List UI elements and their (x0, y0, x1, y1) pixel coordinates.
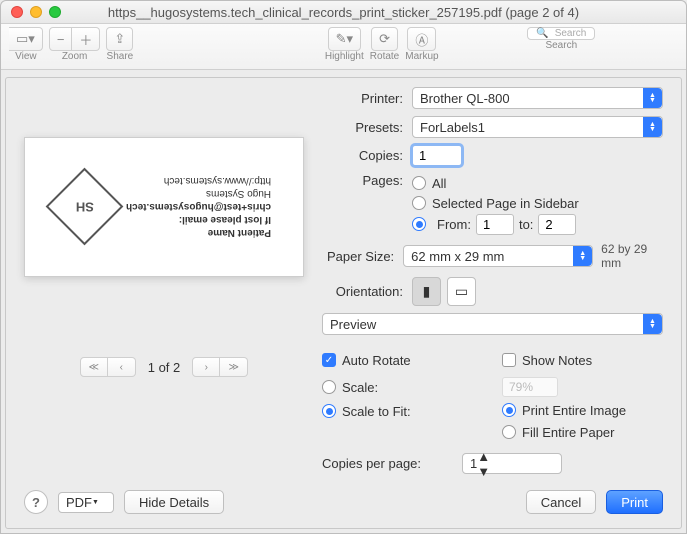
scale-to-fit-radio[interactable] (322, 404, 336, 418)
titlebar: https__hugosystems.tech_clinical_records… (1, 1, 686, 24)
pv-line1: Patient Name (126, 227, 271, 240)
to-label: to: (519, 217, 533, 232)
zoom-out-button[interactable]: − (49, 27, 73, 51)
from-input[interactable] (476, 214, 514, 235)
search-icon: 🔍 (536, 28, 548, 39)
copies-input[interactable] (412, 145, 462, 166)
paper-note: 62 by 29 mm (601, 242, 663, 270)
module-select[interactable]: Preview ▲▼ (322, 313, 663, 335)
presets-label: Presets: (322, 120, 412, 135)
printer-select[interactable]: Brother QL-800 ▲▼ (412, 87, 663, 109)
highlight-button[interactable]: ✎▾ (328, 27, 361, 51)
select-arrow-icon: ▲▼ (643, 117, 662, 137)
help-button[interactable]: ? (24, 490, 48, 514)
pv-line3: chris+test@hugosystems.tech (126, 201, 271, 214)
show-notes-label: Show Notes (522, 353, 592, 368)
paper-size-select[interactable]: 62 mm x 29 mm ▲▼ (403, 245, 593, 267)
traffic-lights (1, 6, 61, 18)
scale-percent-input (502, 377, 558, 397)
markup-label: Markup (405, 51, 438, 62)
select-arrow-icon: ▲▼ (643, 88, 662, 108)
fep-label: Fill Entire Paper (522, 425, 614, 440)
show-notes-checkbox[interactable] (502, 353, 516, 367)
orientation-portrait-button[interactable]: ▮ (412, 277, 441, 306)
auto-rotate-label: Auto Rotate (342, 353, 411, 368)
pager-first-button[interactable]: ≪ (80, 357, 108, 377)
portrait-icon: ▮ (423, 283, 431, 300)
rotate-button[interactable]: ⟳ (371, 27, 398, 51)
pager-label: 1 of 2 (148, 360, 181, 375)
auto-rotate-checkbox[interactable]: ✓ (322, 353, 336, 367)
printer-value: Brother QL-800 (420, 91, 510, 106)
markup-button[interactable]: Ⓐ (407, 27, 436, 51)
pages-all-label: All (432, 176, 446, 191)
scale-label: Scale: (342, 380, 378, 395)
zoom-window-button[interactable] (49, 6, 61, 18)
printer-label: Printer: (322, 91, 412, 106)
paper-label: Paper Size: (322, 249, 403, 264)
minimize-window-button[interactable] (30, 6, 42, 18)
rotate-label: Rotate (370, 51, 399, 62)
scale-radio[interactable] (322, 380, 336, 394)
to-input[interactable] (538, 214, 576, 235)
pager-prev-button[interactable]: ‹ (108, 357, 136, 377)
print-entire-image-radio[interactable] (502, 403, 516, 417)
window-title: https__hugosystems.tech_clinical_records… (61, 5, 626, 20)
close-window-button[interactable] (11, 6, 23, 18)
from-label: From: (437, 217, 471, 232)
landscape-icon: ▭ (455, 283, 468, 300)
share-button[interactable]: ⇪ (106, 27, 133, 51)
diamond-icon: SH (46, 168, 124, 246)
dialog-footer: ? PDF ▼ Hide Details Cancel Print (24, 490, 663, 514)
copies-label: Copies: (322, 148, 412, 163)
preview-pager: ≪ ‹ 1 of 2 › ≫ (80, 357, 249, 377)
orientation-label: Orientation: (322, 284, 412, 299)
pv-line2: If lost please email: (126, 214, 271, 227)
presets-select[interactable]: ForLabels1 ▲▼ (412, 116, 663, 138)
cancel-button[interactable]: Cancel (526, 490, 596, 514)
print-sheet: Patient Name If lost please email: chris… (5, 77, 682, 529)
copies-per-page-select[interactable]: 1 ▲▼ (462, 453, 562, 474)
select-arrow-icon: ▲▼ (573, 246, 592, 266)
cpp-value: 1 (470, 456, 477, 471)
print-preview: Patient Name If lost please email: chris… (24, 137, 304, 277)
pdf-label: PDF (66, 495, 92, 510)
pdf-menu[interactable]: PDF ▼ (58, 492, 114, 513)
print-dialog-window: https__hugosystems.tech_clinical_records… (0, 0, 687, 534)
share-label: Share (107, 51, 134, 62)
zoom-label: Zoom (62, 51, 88, 62)
pages-selected-radio[interactable] (412, 196, 426, 210)
pager-last-button[interactable]: ≫ (220, 357, 248, 377)
orientation-landscape-button[interactable]: ▭ (447, 277, 476, 306)
select-arrow-icon: ▼ (92, 499, 99, 506)
pages-label: Pages: (322, 173, 412, 188)
pv-line4: Hugo Systems (126, 188, 271, 201)
pei-label: Print Entire Image (522, 403, 626, 418)
pv-line5: http://www.systems.tech (126, 175, 271, 188)
fill-entire-paper-radio[interactable] (502, 425, 516, 439)
pages-selected-label: Selected Page in Sidebar (432, 196, 579, 211)
module-value: Preview (330, 317, 376, 332)
pager-next-button[interactable]: › (192, 357, 220, 377)
sidebar-view-button[interactable]: ▭▾ (9, 27, 43, 51)
zoom-in-button[interactable]: ＋ (72, 27, 100, 51)
scale-to-fit-label: Scale to Fit: (342, 404, 411, 419)
toolbar: ▭▾ View − ＋ Zoom ⇪ Share ✎▾ Highlight ⟳ … (1, 24, 686, 70)
view-label: View (15, 51, 37, 62)
search-input[interactable]: 🔍 Search (527, 27, 595, 40)
hide-details-button[interactable]: Hide Details (124, 490, 224, 514)
presets-value: ForLabels1 (420, 120, 485, 135)
select-arrow-icon: ▲▼ (643, 314, 662, 334)
paper-value: 62 mm x 29 mm (411, 249, 504, 264)
pages-all-radio[interactable] (412, 176, 426, 190)
pages-from-radio[interactable] (412, 217, 426, 231)
cpp-label: Copies per page: (322, 456, 462, 471)
search-placeholder: Search (555, 28, 587, 39)
search-label: Search (545, 40, 577, 51)
select-arrow-icon: ▲▼ (477, 449, 490, 479)
pv-mono: SH (75, 200, 93, 215)
highlight-label: Highlight (325, 51, 364, 62)
print-button[interactable]: Print (606, 490, 663, 514)
